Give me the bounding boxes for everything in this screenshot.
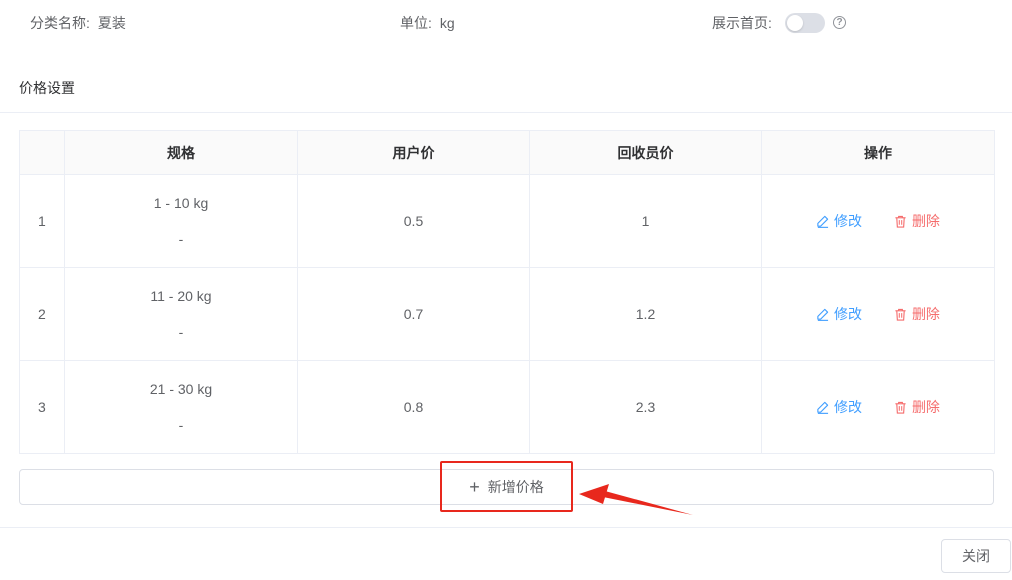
- close-button[interactable]: 关闭: [941, 539, 1011, 573]
- collector-price-cell: 2.3: [529, 360, 762, 454]
- footer-divider: [0, 527, 1012, 528]
- row-index: 3: [19, 360, 65, 454]
- add-price-button[interactable]: + 新增价格: [19, 469, 994, 505]
- user-price-cell: 0.5: [297, 174, 530, 268]
- collector-price-cell: 1: [529, 174, 762, 268]
- edit-icon: [817, 401, 829, 414]
- add-price-label: 新增价格: [487, 479, 544, 495]
- spec-range: 1 - 10 kg: [153, 195, 209, 211]
- delete-button[interactable]: 删除: [894, 211, 940, 231]
- user-price-cell: 0.8: [297, 360, 530, 454]
- toggle-knob: [787, 15, 803, 31]
- spec-cell: 21 - 30 kg -: [64, 360, 298, 454]
- trash-icon: [895, 215, 906, 228]
- delete-label: 删除: [911, 306, 940, 322]
- row-index: 1: [19, 174, 65, 268]
- homepage-toggle[interactable]: [785, 13, 825, 33]
- actions-cell: 修改 删除: [761, 174, 995, 268]
- edit-label: 修改: [834, 399, 863, 415]
- delete-label: 删除: [911, 399, 940, 415]
- delete-label: 删除: [911, 213, 940, 229]
- spec-sub: -: [178, 324, 184, 340]
- edit-button[interactable]: 修改: [816, 211, 862, 231]
- help-icon[interactable]: ?: [833, 16, 846, 29]
- spec-cell: 1 - 10 kg -: [64, 174, 298, 268]
- column-header-actions: 操作: [761, 130, 995, 175]
- column-header-spec: 规格: [64, 130, 298, 175]
- unit-field: 单位: kg: [400, 13, 455, 33]
- edit-label: 修改: [834, 306, 863, 322]
- column-header-user-price: 用户价: [297, 130, 530, 175]
- actions-cell: 修改 删除: [761, 267, 995, 361]
- homepage-field: 展示首页:: [712, 13, 772, 33]
- section-title: 价格设置: [19, 80, 75, 96]
- spec-sub: -: [178, 231, 184, 247]
- section-divider: [0, 112, 1012, 113]
- edit-icon: [817, 215, 829, 228]
- table-row: 1 1 - 10 kg - 0.5 1 修改 删除: [19, 174, 995, 268]
- spec-cell: 11 - 20 kg -: [64, 267, 298, 361]
- spec-range: 21 - 30 kg: [149, 381, 213, 397]
- plus-icon: +: [469, 477, 480, 497]
- delete-button[interactable]: 删除: [894, 304, 940, 324]
- trash-icon: [895, 308, 906, 321]
- delete-button[interactable]: 删除: [894, 397, 940, 417]
- edit-label: 修改: [834, 213, 863, 229]
- edit-button[interactable]: 修改: [816, 304, 862, 324]
- column-header-index: [19, 130, 65, 175]
- category-label: 分类名称:: [30, 15, 90, 31]
- edit-button[interactable]: 修改: [816, 397, 862, 417]
- spec-sub: -: [178, 417, 184, 433]
- collector-price-cell: 1.2: [529, 267, 762, 361]
- user-price-cell: 0.7: [297, 267, 530, 361]
- homepage-label: 展示首页:: [712, 15, 772, 31]
- column-header-collector-price: 回收员价: [529, 130, 762, 175]
- unit-label: 单位:: [400, 15, 432, 31]
- actions-cell: 修改 删除: [761, 360, 995, 454]
- row-index: 2: [19, 267, 65, 361]
- trash-icon: [895, 401, 906, 414]
- edit-icon: [817, 308, 829, 321]
- category-field: 分类名称: 夏装: [30, 13, 126, 33]
- table-row: 3 21 - 30 kg - 0.8 2.3 修改 删除: [19, 360, 995, 454]
- unit-value: kg: [439, 15, 455, 31]
- price-table: 规格 用户价 回收员价 操作 1 1 - 10 kg - 0.5 1 修改 删除: [19, 130, 995, 454]
- category-value: 夏装: [97, 15, 126, 31]
- info-row: 分类名称: 夏装 单位: kg 展示首页: ?: [0, 0, 1012, 44]
- table-row: 2 11 - 20 kg - 0.7 1.2 修改 删除: [19, 267, 995, 361]
- table-header-row: 规格 用户价 回收员价 操作: [19, 130, 995, 175]
- spec-range: 11 - 20 kg: [150, 288, 212, 304]
